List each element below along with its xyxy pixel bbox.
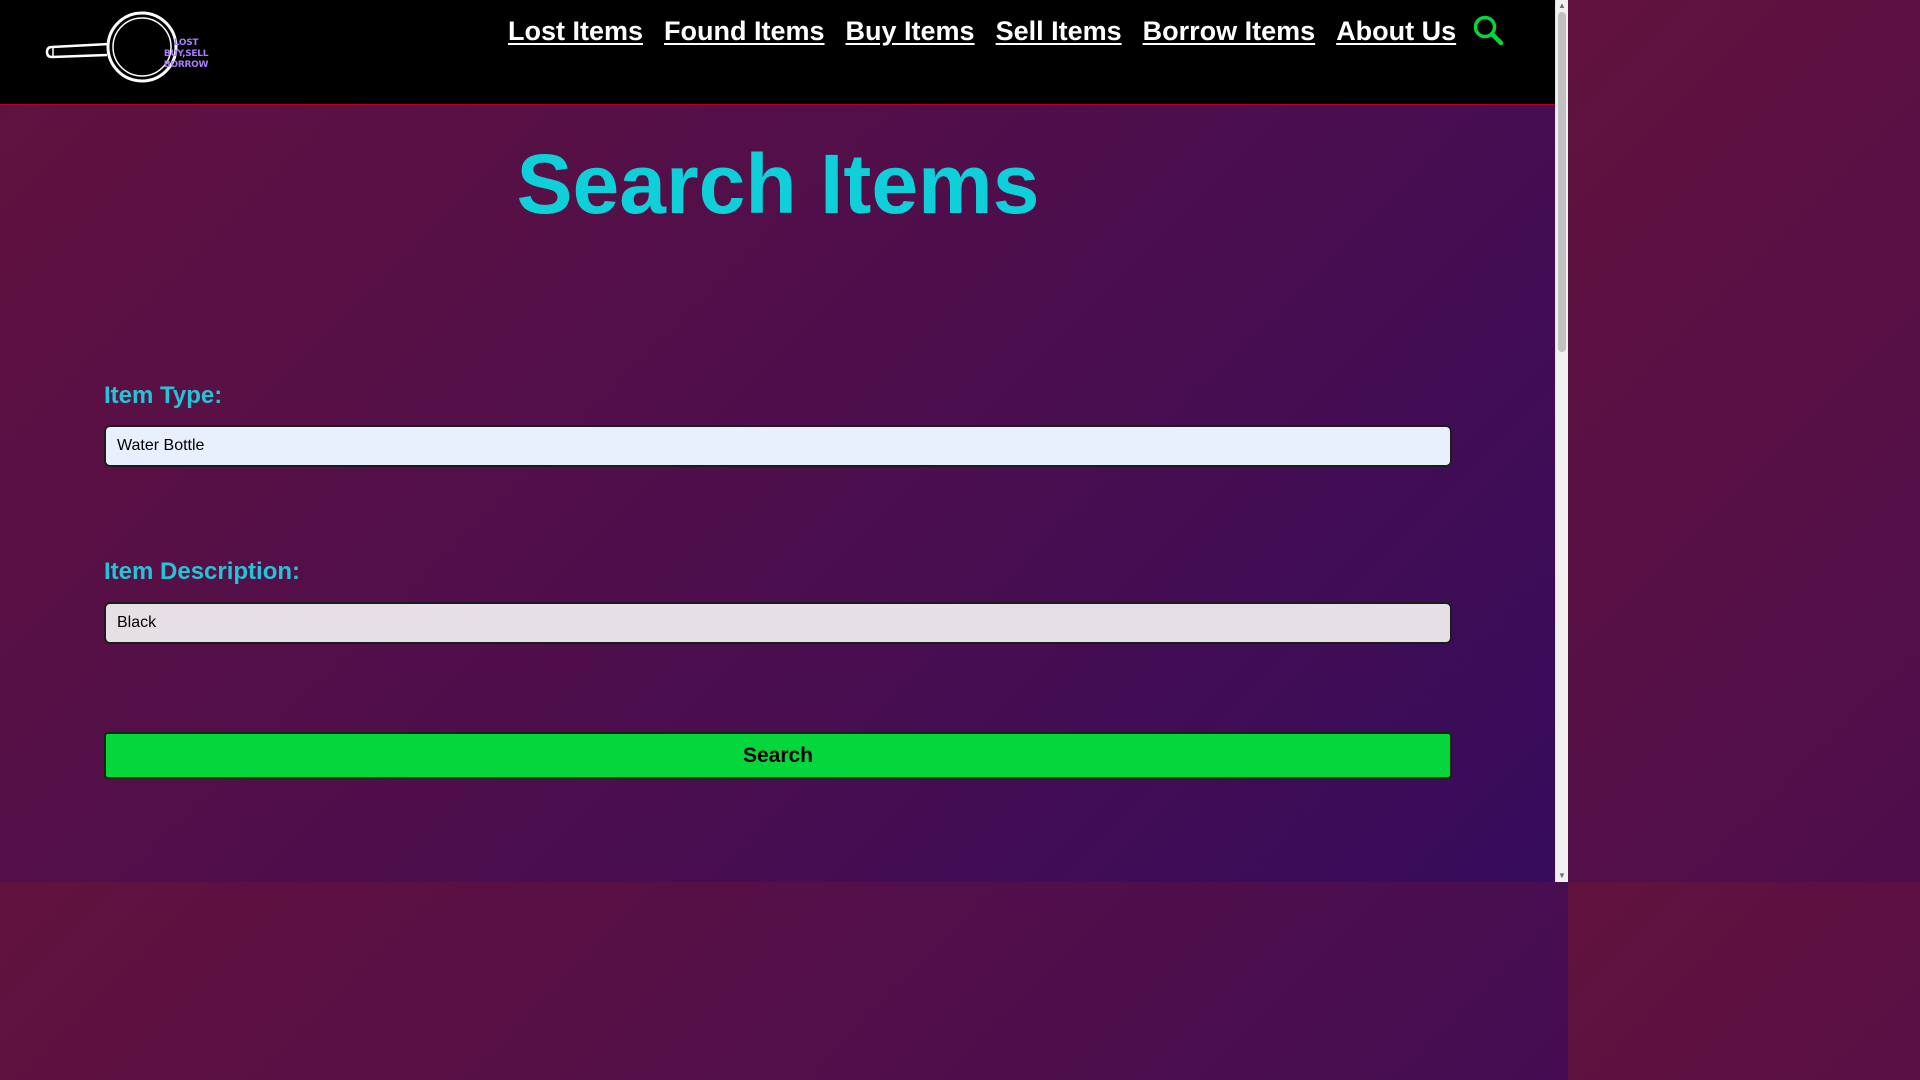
logo-text-line-3: BORROW [163,60,209,70]
nav-sell-items[interactable]: Sell Items [996,14,1122,48]
search-icon[interactable] [1472,14,1504,46]
page-scrollbar[interactable]: ▲ ▼ [1555,0,1568,882]
nav-found-items[interactable]: Found Items [664,14,825,48]
scroll-up-arrow-icon[interactable]: ▲ [1558,1,1566,11]
site-header: LOST BUY,SELL BORROW Lost Items Found It… [0,0,1556,105]
item-type-label: Item Type: [104,382,223,409]
nav-borrow-items[interactable]: Borrow Items [1143,14,1316,48]
search-button[interactable]: Search [104,732,1452,779]
item-description-input[interactable] [104,602,1452,644]
main-nav: Lost Items Found Items Buy Items Sell It… [508,14,1477,48]
logo-text: LOST BUY,SELL BORROW [150,38,222,71]
nav-buy-items[interactable]: Buy Items [846,14,975,48]
scrollbar-thumb[interactable] [1558,12,1566,352]
site-logo[interactable]: LOST BUY,SELL BORROW [44,10,208,84]
item-type-input[interactable] [104,425,1452,467]
logo-text-line-2: BUY,SELL [163,49,209,59]
nav-about-us[interactable]: About Us [1336,14,1456,48]
scroll-down-arrow-icon[interactable]: ▼ [1558,871,1566,881]
nav-lost-items[interactable]: Lost Items [508,14,643,48]
item-description-label: Item Description: [104,558,301,585]
logo-text-line-1: LOST [173,38,199,48]
page-title: Search Items [516,137,1040,231]
